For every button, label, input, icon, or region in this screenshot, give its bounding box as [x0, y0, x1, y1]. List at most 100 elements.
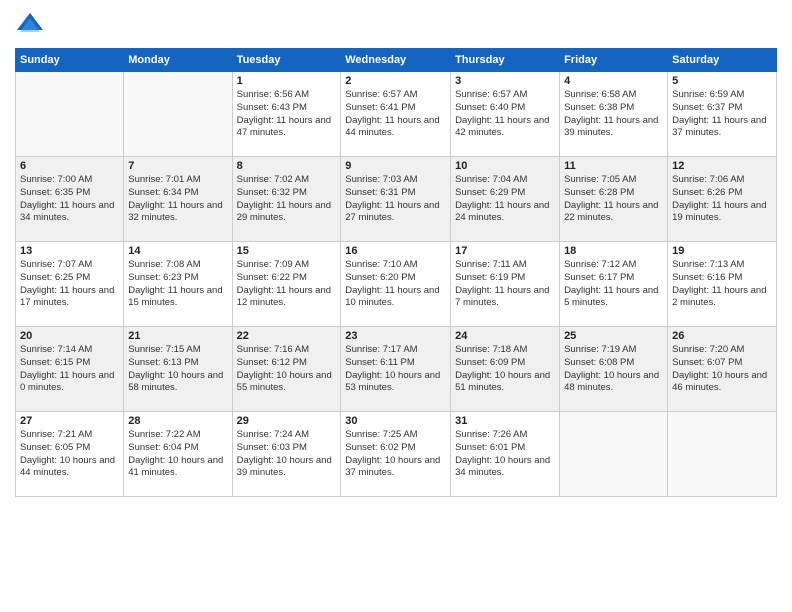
day-info: Sunrise: 7:18 AM Sunset: 6:09 PM Dayligh…	[455, 344, 555, 395]
calendar-cell: 25 Sunrise: 7:19 AM Sunset: 6:08 PM Dayli…	[560, 327, 668, 412]
calendar-cell: 20 Sunrise: 7:14 AM Sunset: 6:15 PM Dayli…	[16, 327, 124, 412]
day-info: Sunrise: 7:15 AM Sunset: 6:13 PM Dayligh…	[128, 344, 227, 395]
calendar-cell: 7 Sunrise: 7:01 AM Sunset: 6:34 PM Daylig…	[124, 157, 232, 242]
day-number: 5	[672, 75, 772, 87]
day-number: 14	[128, 245, 227, 257]
calendar-cell: 28 Sunrise: 7:22 AM Sunset: 6:04 PM Dayli…	[124, 412, 232, 497]
day-info: Sunrise: 7:13 AM Sunset: 6:16 PM Dayligh…	[672, 259, 772, 310]
day-info: Sunrise: 7:11 AM Sunset: 6:19 PM Dayligh…	[455, 259, 555, 310]
calendar-cell: 31 Sunrise: 7:26 AM Sunset: 6:01 PM Dayli…	[451, 412, 560, 497]
day-info: Sunrise: 7:00 AM Sunset: 6:35 PM Dayligh…	[20, 174, 119, 225]
day-number: 24	[455, 330, 555, 342]
calendar-cell: 29 Sunrise: 7:24 AM Sunset: 6:03 PM Dayli…	[232, 412, 341, 497]
day-number: 31	[455, 415, 555, 427]
calendar-cell: 3 Sunrise: 6:57 AM Sunset: 6:40 PM Daylig…	[451, 72, 560, 157]
day-info: Sunrise: 7:24 AM Sunset: 6:03 PM Dayligh…	[237, 429, 337, 480]
calendar-week-row: 6 Sunrise: 7:00 AM Sunset: 6:35 PM Daylig…	[16, 157, 777, 242]
day-number: 1	[237, 75, 337, 87]
day-number: 16	[345, 245, 446, 257]
calendar-week-row: 20 Sunrise: 7:14 AM Sunset: 6:15 PM Dayli…	[16, 327, 777, 412]
calendar-cell: 22Sunrise: 7:16 AM Sunset: 6:12 PM Dayli…	[232, 327, 341, 412]
day-info: Sunrise: 6:57 AM Sunset: 6:40 PM Dayligh…	[455, 89, 555, 140]
day-info: Sunrise: 7:04 AM Sunset: 6:29 PM Dayligh…	[455, 174, 555, 225]
day-number: 2	[345, 75, 446, 87]
day-info: Sunrise: 7:26 AM Sunset: 6:01 PM Dayligh…	[455, 429, 555, 480]
weekday-header: Tuesday	[232, 49, 341, 72]
weekday-header: Monday	[124, 49, 232, 72]
day-info: Sunrise: 7:21 AM Sunset: 6:05 PM Dayligh…	[20, 429, 119, 480]
weekday-header: Saturday	[668, 49, 777, 72]
calendar-cell: 2 Sunrise: 6:57 AM Sunset: 6:41 PM Daylig…	[341, 72, 451, 157]
calendar-week-row: 1 Sunrise: 6:56 AM Sunset: 6:43 PM Daylig…	[16, 72, 777, 157]
day-info: Sunrise: 7:14 AM Sunset: 6:15 PM Dayligh…	[20, 344, 119, 395]
calendar-week-row: 27 Sunrise: 7:21 AM Sunset: 6:05 PM Dayli…	[16, 412, 777, 497]
calendar-cell: 1 Sunrise: 6:56 AM Sunset: 6:43 PM Daylig…	[232, 72, 341, 157]
day-info: Sunrise: 7:22 AM Sunset: 6:04 PM Dayligh…	[128, 429, 227, 480]
calendar-cell: 21 Sunrise: 7:15 AM Sunset: 6:13 PM Dayli…	[124, 327, 232, 412]
calendar-cell: 12 Sunrise: 7:06 AM Sunset: 6:26 PM Dayli…	[668, 157, 777, 242]
calendar-cell: 24 Sunrise: 7:18 AM Sunset: 6:09 PM Dayli…	[451, 327, 560, 412]
weekday-header: Friday	[560, 49, 668, 72]
calendar-table: SundayMondayTuesdayWednesdayThursdayFrid…	[15, 48, 777, 497]
day-number: 7	[128, 160, 227, 172]
header	[15, 10, 777, 40]
day-number: 29	[237, 415, 337, 427]
calendar-cell: 26 Sunrise: 7:20 AM Sunset: 6:07 PM Dayli…	[668, 327, 777, 412]
calendar-cell: 5 Sunrise: 6:59 AM Sunset: 6:37 PM Daylig…	[668, 72, 777, 157]
day-info: Sunrise: 6:57 AM Sunset: 6:41 PM Dayligh…	[345, 89, 446, 140]
day-number: 9	[345, 160, 446, 172]
day-info: Sunrise: 7:19 AM Sunset: 6:08 PM Dayligh…	[564, 344, 663, 395]
day-number: 26	[672, 330, 772, 342]
weekday-header: Sunday	[16, 49, 124, 72]
day-number: 4	[564, 75, 663, 87]
day-number: 22	[237, 330, 337, 342]
day-number: 6	[20, 160, 119, 172]
day-info: Sunrise: 7:03 AM Sunset: 6:31 PM Dayligh…	[345, 174, 446, 225]
calendar-cell: 15 Sunrise: 7:09 AM Sunset: 6:22 PM Dayli…	[232, 242, 341, 327]
calendar-cell	[668, 412, 777, 497]
calendar-cell	[16, 72, 124, 157]
calendar-cell: 11 Sunrise: 7:05 AM Sunset: 6:28 PM Dayli…	[560, 157, 668, 242]
day-info: Sunrise: 7:05 AM Sunset: 6:28 PM Dayligh…	[564, 174, 663, 225]
calendar-cell	[124, 72, 232, 157]
day-number: 30	[345, 415, 446, 427]
day-info: Sunrise: 7:02 AM Sunset: 6:32 PM Dayligh…	[237, 174, 337, 225]
calendar-cell: 17Sunrise: 7:11 AM Sunset: 6:19 PM Dayli…	[451, 242, 560, 327]
day-info: Sunrise: 6:59 AM Sunset: 6:37 PM Dayligh…	[672, 89, 772, 140]
calendar-cell: 9 Sunrise: 7:03 AM Sunset: 6:31 PM Daylig…	[341, 157, 451, 242]
day-number: 27	[20, 415, 119, 427]
day-info: Sunrise: 7:08 AM Sunset: 6:23 PM Dayligh…	[128, 259, 227, 310]
logo-icon	[15, 10, 45, 40]
day-info: Sunrise: 7:06 AM Sunset: 6:26 PM Dayligh…	[672, 174, 772, 225]
day-number: 20	[20, 330, 119, 342]
day-number: 11	[564, 160, 663, 172]
day-info: Sunrise: 6:56 AM Sunset: 6:43 PM Dayligh…	[237, 89, 337, 140]
day-number: 21	[128, 330, 227, 342]
calendar-cell	[560, 412, 668, 497]
calendar-cell: 18Sunrise: 7:12 AM Sunset: 6:17 PM Dayli…	[560, 242, 668, 327]
day-info: Sunrise: 7:09 AM Sunset: 6:22 PM Dayligh…	[237, 259, 337, 310]
calendar-cell: 19Sunrise: 7:13 AM Sunset: 6:16 PM Dayli…	[668, 242, 777, 327]
day-number: 12	[672, 160, 772, 172]
day-info: Sunrise: 7:20 AM Sunset: 6:07 PM Dayligh…	[672, 344, 772, 395]
calendar-cell: 23Sunrise: 7:17 AM Sunset: 6:11 PM Dayli…	[341, 327, 451, 412]
day-info: Sunrise: 6:58 AM Sunset: 6:38 PM Dayligh…	[564, 89, 663, 140]
day-number: 3	[455, 75, 555, 87]
calendar-cell: 4 Sunrise: 6:58 AM Sunset: 6:38 PM Daylig…	[560, 72, 668, 157]
calendar-header-row: SundayMondayTuesdayWednesdayThursdayFrid…	[16, 49, 777, 72]
day-number: 25	[564, 330, 663, 342]
day-number: 28	[128, 415, 227, 427]
calendar-cell: 27 Sunrise: 7:21 AM Sunset: 6:05 PM Dayli…	[16, 412, 124, 497]
calendar-cell: 10Sunrise: 7:04 AM Sunset: 6:29 PM Dayli…	[451, 157, 560, 242]
day-number: 8	[237, 160, 337, 172]
weekday-header: Wednesday	[341, 49, 451, 72]
day-info: Sunrise: 7:01 AM Sunset: 6:34 PM Dayligh…	[128, 174, 227, 225]
day-info: Sunrise: 7:10 AM Sunset: 6:20 PM Dayligh…	[345, 259, 446, 310]
calendar-cell: 6 Sunrise: 7:00 AM Sunset: 6:35 PM Daylig…	[16, 157, 124, 242]
logo	[15, 10, 49, 40]
day-info: Sunrise: 7:25 AM Sunset: 6:02 PM Dayligh…	[345, 429, 446, 480]
page: SundayMondayTuesdayWednesdayThursdayFrid…	[0, 0, 792, 612]
calendar-cell: 8 Sunrise: 7:02 AM Sunset: 6:32 PM Daylig…	[232, 157, 341, 242]
day-number: 15	[237, 245, 337, 257]
calendar-week-row: 13Sunrise: 7:07 AM Sunset: 6:25 PM Dayli…	[16, 242, 777, 327]
